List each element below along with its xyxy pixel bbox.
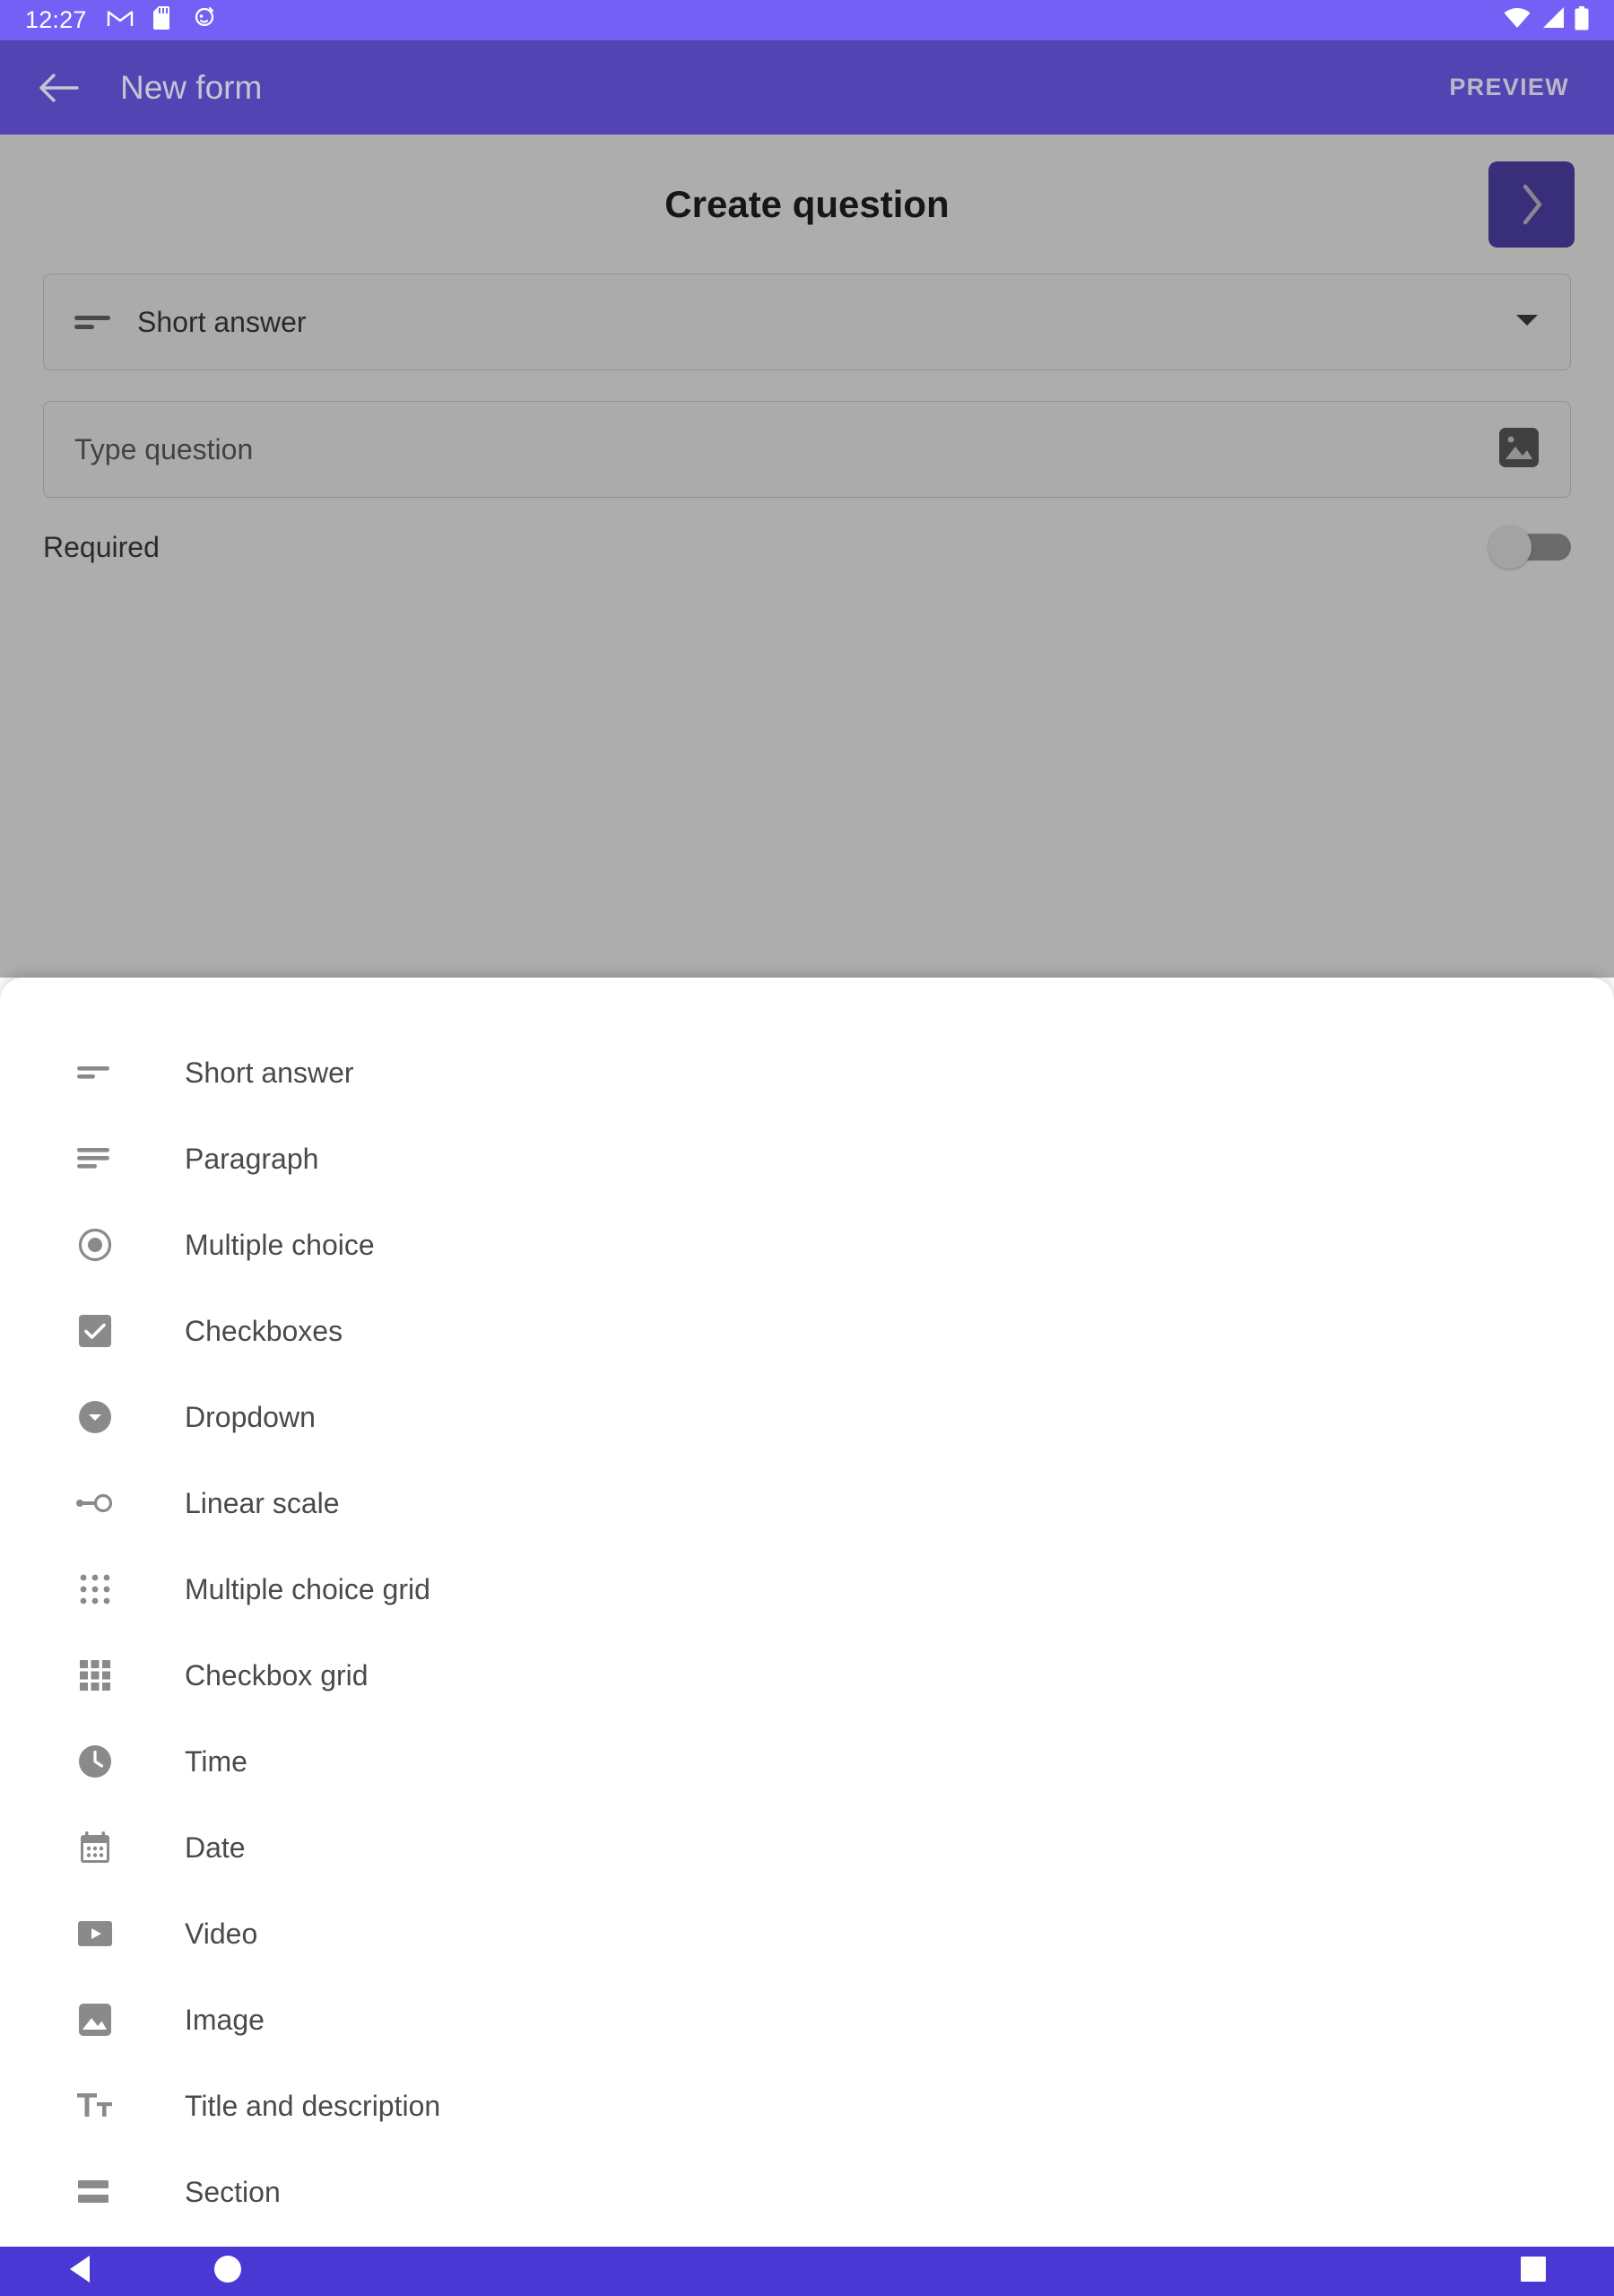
question-type-value: Short answer: [137, 305, 307, 338]
list-item-label: Section: [185, 2175, 281, 2208]
list-item-linear-scale[interactable]: Linear scale: [0, 1460, 1614, 1546]
checkbox-grid-icon: [70, 1650, 120, 1700]
next-question-button[interactable]: [1488, 161, 1575, 248]
status-bar-left: 12:27: [25, 6, 216, 34]
checkbox-icon: [70, 1306, 120, 1356]
list-item-label: Linear scale: [185, 1486, 340, 1519]
section-icon: [70, 2167, 120, 2217]
question-input-placeholder: Type question: [74, 432, 254, 465]
question-type-list: Short answer Paragraph Multiple choice C…: [0, 978, 1614, 2235]
short-answer-icon: [70, 1048, 120, 1098]
bug-droid-icon: [193, 6, 216, 34]
list-item-checkboxes[interactable]: Checkboxes: [0, 1288, 1614, 1374]
title-text-icon: [70, 2081, 120, 2131]
list-item-checkbox-grid[interactable]: Checkbox grid: [0, 1632, 1614, 1718]
question-type-dropdown[interactable]: Short answer: [43, 274, 1571, 370]
nav-recents-square-icon[interactable]: [1521, 2257, 1546, 2286]
status-time: 12:27: [25, 6, 87, 33]
battery-icon: [1575, 5, 1589, 35]
list-item-short-answer[interactable]: Short answer: [0, 1030, 1614, 1116]
list-item-label: Multiple choice: [185, 1228, 375, 1261]
list-item-label: Paragraph: [185, 1142, 319, 1175]
list-item-time[interactable]: Time: [0, 1718, 1614, 1805]
cellular-signal-icon: [1540, 6, 1566, 34]
dropdown-circle-icon: [70, 1392, 120, 1442]
list-item-label: Title and description: [185, 2089, 441, 2122]
short-answer-icon: [74, 310, 125, 334]
required-toggle[interactable]: [1488, 526, 1571, 569]
list-item-paragraph[interactable]: Paragraph: [0, 1116, 1614, 1202]
wifi-icon: [1503, 6, 1532, 34]
list-item-label: Multiple choice grid: [185, 1572, 430, 1605]
android-navigation-bar: [0, 2247, 1614, 2296]
preview-button[interactable]: PREVIEW: [1435, 61, 1584, 114]
list-item-label: Video: [185, 1917, 258, 1950]
image-icon[interactable]: [1498, 427, 1540, 473]
list-item-title-and-description[interactable]: Title and description: [0, 2063, 1614, 2149]
required-row: Required: [43, 498, 1571, 596]
list-item-dropdown[interactable]: Dropdown: [0, 1374, 1614, 1460]
back-button[interactable]: [30, 60, 86, 116]
page-title: New form: [120, 68, 263, 106]
paragraph-icon: [70, 1134, 120, 1184]
create-question-header: Create question: [0, 135, 1614, 274]
list-item-label: Time: [185, 1744, 247, 1778]
status-bar: 12:27: [0, 0, 1614, 40]
nav-back-triangle-icon[interactable]: [66, 2254, 95, 2289]
list-item-label: Checkbox grid: [185, 1658, 369, 1692]
image-icon: [70, 1995, 120, 2045]
radio-grid-icon: [70, 1564, 120, 1614]
create-question-heading: Create question: [664, 182, 950, 225]
question-type-bottom-sheet: Short answer Paragraph Multiple choice C…: [0, 978, 1614, 2247]
question-text-field[interactable]: Type question: [43, 401, 1571, 498]
list-item-label: Checkboxes: [185, 1314, 343, 1347]
android-screen: 12:27 New form PREVIEW Create question S…: [0, 0, 1614, 2296]
list-item-multiple-choice[interactable]: Multiple choice: [0, 1202, 1614, 1288]
video-icon: [70, 1909, 120, 1959]
sd-card-icon: [152, 6, 173, 34]
list-item-date[interactable]: Date: [0, 1805, 1614, 1891]
list-item-label: Date: [185, 1831, 246, 1864]
gmail-icon: [107, 7, 134, 33]
list-item-label: Image: [185, 2003, 265, 2036]
nav-home-circle-icon[interactable]: [213, 2255, 242, 2288]
status-bar-right: [1503, 5, 1589, 35]
list-item-label: Dropdown: [185, 1400, 316, 1433]
required-label: Required: [43, 530, 160, 563]
calendar-icon: [70, 1822, 120, 1873]
list-item-video[interactable]: Video: [0, 1891, 1614, 1977]
list-item-multiple-choice-grid[interactable]: Multiple choice grid: [0, 1546, 1614, 1632]
toggle-thumb: [1488, 526, 1532, 569]
chevron-down-icon[interactable]: [1514, 312, 1540, 333]
app-bar: New form PREVIEW: [0, 40, 1614, 135]
list-item-label: Short answer: [185, 1056, 354, 1089]
list-item-section[interactable]: Section: [0, 2149, 1614, 2235]
list-item-image[interactable]: Image: [0, 1977, 1614, 2063]
linear-scale-icon: [70, 1478, 120, 1528]
clock-icon: [70, 1736, 120, 1787]
radio-button-icon: [70, 1220, 120, 1270]
